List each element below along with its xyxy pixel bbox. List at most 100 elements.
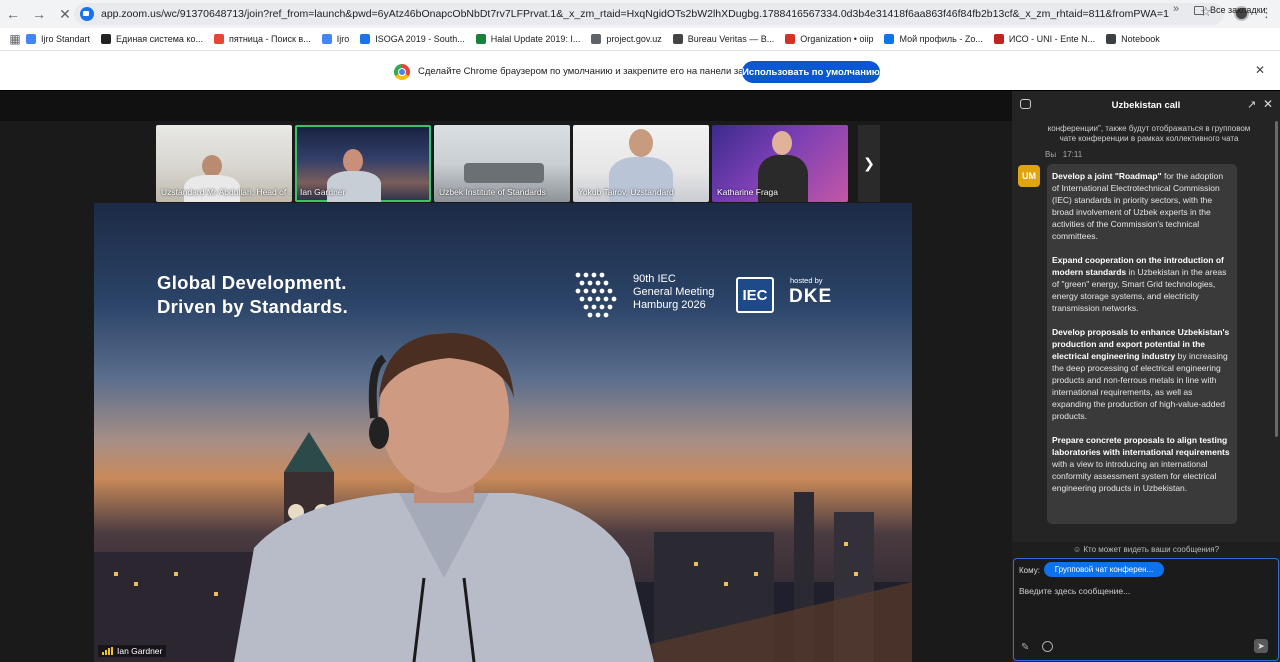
all-bookmarks-button[interactable]: Все закладки [1194,5,1266,15]
bookmark-label: Notebook [1121,34,1160,44]
bookmark-favicon-icon [321,34,332,44]
url-text[interactable]: app.zoom.us/wc/91370648713/join?ref_from… [101,8,1169,20]
participant-thumbnail[interactable]: Katharine Fraga [712,125,848,202]
bookmark-label: Organization • oiip [800,34,874,44]
close-icon[interactable]: ✕ [1255,63,1265,77]
message-meta: Вы 17:11 [1045,150,1082,159]
bookmark-item[interactable]: Ijro [321,34,350,44]
bookmark-favicon-icon [993,34,1004,44]
bookmark-favicon-icon [360,34,371,44]
chat-message: Develop a joint "Roadmap" for the adopti… [1047,164,1237,524]
chat-header: Uzbekistan call ↗ ✕ [1012,91,1280,119]
paragraph-heading: Develop a joint "Roadmap" [1052,171,1162,181]
previous-message-text: конференции", также будут отображаться в… [1047,124,1251,143]
emoji-icon[interactable] [1042,641,1053,652]
participant-thumbnail[interactable]: Yokub Tairov, Uzstandard [573,125,709,202]
bookmark-label: Ijro Standart [41,34,91,44]
event-line1: 90th IEC [633,273,676,285]
participant-figure [343,149,363,173]
participant-name: Yokub Tairov, Uzstandard [578,187,674,197]
paragraph-body: with a view to introducing an internatio… [1052,459,1217,493]
message-paragraph: Prepare concrete proposals to align test… [1052,434,1232,494]
bookmark-favicon-icon [785,34,796,44]
bookmark-item[interactable]: ИСО - UNI - Ente N... [993,34,1095,44]
meeting-area: Uzstandard Mr Abdullah, Head of ... Ian … [0,91,1012,662]
iec-meeting-logo-icon [575,272,617,318]
format-text-icon[interactable]: ✎ [1021,642,1029,653]
participant-name: Ian Gardner [300,187,346,197]
event-line3: Hamburg 2026 [633,299,706,311]
bookmark-label: ISOGA 2019 - South... [375,34,465,44]
bookmark-favicon-icon [591,34,602,44]
forward-arrow-icon[interactable]: → [26,0,52,28]
message-input[interactable] [1019,584,1269,598]
zoom-site-icon [80,7,94,21]
participant-thumbnail[interactable]: Ian Gardner [295,125,431,202]
bookmarks-overflow-icon[interactable]: » [1173,3,1179,15]
message-sender: Вы [1045,150,1057,159]
bookmark-item[interactable]: Bureau Veritas — B... [672,34,774,44]
slide-title-line2: Driven by Standards. [157,296,349,317]
hosted-by-label: hosted by [790,276,823,285]
bookmark-item[interactable]: Единая система ко... [101,34,203,44]
bookmark-label: Ijro [336,34,350,44]
popout-icon[interactable]: ↗ [1247,98,1256,111]
back-arrow-icon[interactable]: ← [0,0,26,28]
bookmark-favicon-icon [475,34,486,44]
event-line2: General Meeting [633,286,715,298]
active-speaker-name: Ian Gardner [117,646,163,656]
url-field[interactable]: app.zoom.us/wc/91370648713/join?ref_from… [74,3,1224,25]
bookmark-item[interactable]: пятница - Поиск в... [213,34,311,44]
recipient-dropdown[interactable]: Групповой чат конферен... [1044,562,1164,577]
dke-logo: DKE [789,286,833,307]
slide-title: Global Development. Driven by Standards. [157,271,348,319]
chat-compose-box: Кому: Групповой чат конферен... ✎ ➤ [1013,558,1279,661]
bookmark-label: Мой профиль - Zo... [899,34,983,44]
bookmark-item[interactable]: ISOGA 2019 - South... [360,34,465,44]
bookmarks-bar: ▦ Ijro Standart Единая система ко... пятни… [0,28,1280,50]
participant-thumbnail[interactable]: Uzstandard Mr Abdullah, Head of ... [156,125,292,202]
bookmark-item[interactable]: project.gov.uz [591,34,662,44]
bookmark-item[interactable]: Ijro Standart [26,34,90,44]
send-icon[interactable]: ➤ [1254,639,1268,653]
message-time: 17:11 [1062,150,1083,159]
bookmark-item[interactable]: Notebook [1106,34,1160,44]
bookmark-favicon-icon [672,34,683,44]
chrome-logo-icon [394,64,410,80]
iec-logo: IEC [736,277,774,313]
message-paragraph: Develop proposals to enhance Uzbekistan'… [1052,326,1232,422]
bookmark-favicon-icon [884,34,895,44]
participant-figure [629,129,653,157]
participant-figure [202,155,222,177]
participant-figure [772,131,792,155]
participant-name: Katharine Fraga [717,187,778,197]
bookmark-item[interactable]: Organization • oiip [785,34,873,44]
use-default-button[interactable]: Использовать по умолчанию [742,61,880,83]
participant-thumbnail[interactable]: Uzbek Institute of Standards [434,125,570,202]
speaker-figure [234,333,654,662]
participant-name: Uzstandard Mr Abdullah, Head of ... [161,187,292,197]
bookmark-favicon-icon [101,34,112,44]
paragraph-heading: Prepare concrete proposals to align test… [1052,435,1230,457]
bookmark-label: Halal Update 2019: I... [490,34,581,44]
default-browser-infobar: Сделайте Chrome браузером по умолчанию и… [0,50,1280,90]
signal-strength-icon [102,647,113,655]
bookmark-item[interactable]: Halal Update 2019: I... [475,34,581,44]
bookmark-item[interactable]: Мой профиль - Zo... [884,34,983,44]
close-chat-icon[interactable]: ✕ [1263,97,1273,111]
bookmark-label: project.gov.uz [606,34,662,44]
active-speaker-video: Global Development. Driven by Standards.… [94,203,912,662]
bookmark-label: Единая система ко... [116,34,203,44]
message-paragraph: Develop a joint "Roadmap" for the adopti… [1052,170,1232,242]
active-speaker-label: Ian Gardner [98,645,167,657]
who-can-see-link[interactable]: ☺ Кто может видеть ваши сообщения? [1012,542,1280,558]
chevron-right-icon[interactable]: ❯ [858,125,880,202]
participant-name: Uzbek Institute of Standards [439,187,546,197]
bookmark-favicon-icon [213,34,224,44]
zoom-web-client: ← → ✕ app.zoom.us/wc/91370648713/join?re… [0,0,1280,662]
participant-thumbnail-strip: Uzstandard Mr Abdullah, Head of ... Ian … [156,125,848,202]
chat-panel: Uzbekistan call ↗ ✕ конференции", также … [1012,91,1280,662]
people-icon: ☺ [1072,545,1082,554]
chat-scrollbar[interactable] [1275,121,1278,437]
apps-grid-icon[interactable]: ▦ [4,28,26,50]
